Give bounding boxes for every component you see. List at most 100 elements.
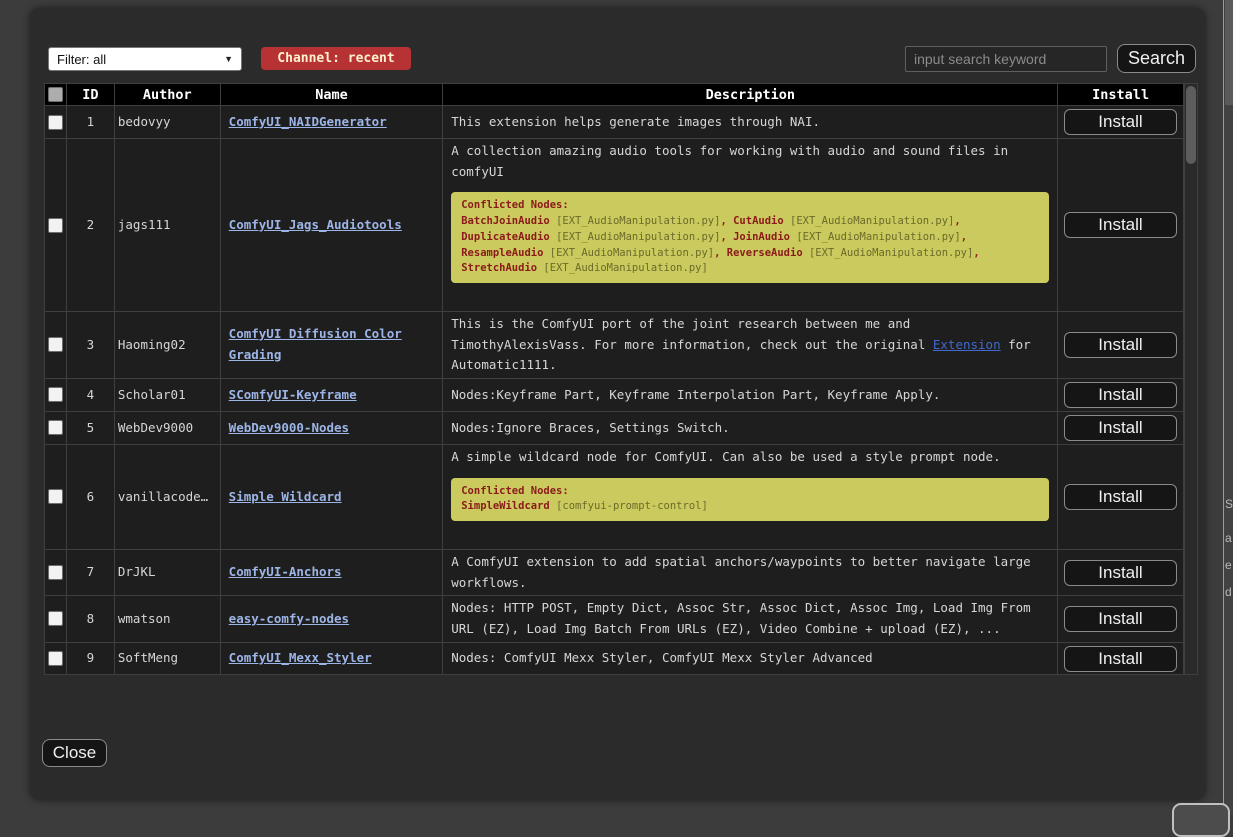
row-id: 7	[67, 550, 115, 595]
table-row: 6 vanillacode… Simple Wildcard A simple …	[45, 445, 1183, 550]
background-text-fragment: a	[1225, 531, 1232, 545]
row-name-link[interactable]: WebDev9000-Nodes	[229, 418, 349, 439]
row-checkbox[interactable]	[48, 218, 63, 233]
table-body: 1 bedovyy ComfyUI_NAIDGenerator This ext…	[45, 106, 1183, 674]
row-checkbox-cell	[45, 139, 67, 311]
row-name-cell: easy-comfy-nodes	[221, 596, 444, 641]
row-checkbox[interactable]	[48, 337, 63, 352]
close-button[interactable]: Close	[42, 739, 107, 767]
row-install-cell: Install	[1058, 643, 1183, 675]
install-button[interactable]: Install	[1064, 646, 1177, 672]
background-button-fragment	[1172, 803, 1230, 837]
row-name-link[interactable]: ComfyUI-Anchors	[229, 562, 342, 583]
row-author: vanillacode…	[115, 445, 221, 549]
row-name-link[interactable]: ComfyUI_Jags_Audiotools	[229, 215, 402, 236]
row-name-link[interactable]: ComfyUI_NAIDGenerator	[229, 112, 387, 133]
filter-select-value: Filter: all	[57, 52, 106, 67]
conflict-list: BatchJoinAudio [EXT_AudioManipulation.py…	[461, 214, 1039, 277]
row-name-link[interactable]: easy-comfy-nodes	[229, 609, 349, 630]
row-checkbox-cell	[45, 379, 67, 411]
table-row: 4 Scholar01 SComfyUI-Keyframe Nodes:Keyf…	[45, 379, 1183, 412]
table-row: 9 SoftMeng ComfyUI_Mexx_Styler Nodes: Co…	[45, 643, 1183, 675]
install-button[interactable]: Install	[1064, 415, 1177, 441]
table-row: 5 WebDev9000 WebDev9000-Nodes Nodes:Igno…	[45, 412, 1183, 445]
row-name-cell: ComfyUI_Jags_Audiotools	[221, 139, 444, 311]
row-checkbox[interactable]	[48, 420, 63, 435]
row-description: Nodes: HTTP POST, Empty Dict, Assoc Str,…	[443, 596, 1058, 641]
conflict-box: Conflicted Nodes: SimpleWildcard [comfyu…	[451, 478, 1049, 522]
row-name-cell: ComfyUI-Anchors	[221, 550, 444, 595]
header-checkbox-cell	[45, 84, 67, 105]
row-name-cell: ComfyUI_Mexx_Styler	[221, 643, 444, 675]
description-link[interactable]: Extension	[933, 337, 1001, 352]
row-checkbox[interactable]	[48, 489, 63, 504]
row-install-cell: Install	[1058, 596, 1183, 641]
select-all-checkbox[interactable]	[48, 87, 63, 102]
search-button[interactable]: Search	[1117, 44, 1196, 73]
table-row: 2 jags111 ComfyUI_Jags_Audiotools A coll…	[45, 139, 1183, 312]
background-text-fragment: e	[1225, 558, 1232, 572]
row-name-link[interactable]: Simple Wildcard	[229, 487, 342, 508]
install-button[interactable]: Install	[1064, 212, 1177, 238]
row-checkbox[interactable]	[48, 115, 63, 130]
custom-nodes-table: ID Author Name Description Install 1 bed…	[44, 83, 1198, 675]
row-name-link[interactable]: ComfyUI_Mexx_Styler	[229, 648, 372, 669]
conflict-title: Conflicted Nodes:	[461, 484, 1039, 500]
row-id: 2	[67, 139, 115, 311]
row-id: 8	[67, 596, 115, 641]
row-install-cell: Install	[1058, 379, 1183, 411]
row-name-cell: ComfyUI Diffusion Color Grading	[221, 312, 444, 378]
row-author: bedovyy	[115, 106, 221, 138]
header-id: ID	[67, 84, 115, 105]
filter-select[interactable]: Filter: all ▼	[48, 47, 242, 71]
row-desc-text: This extension helps generate images thr…	[451, 112, 1049, 133]
search-input[interactable]	[905, 46, 1107, 72]
install-custom-nodes-dialog: Filter: all ▼ Channel: recent Search ID …	[30, 8, 1205, 800]
row-checkbox-cell	[45, 106, 67, 138]
install-button[interactable]: Install	[1064, 606, 1177, 632]
row-author: SoftMeng	[115, 643, 221, 675]
row-checkbox-cell	[45, 550, 67, 595]
chevron-down-icon: ▼	[224, 55, 233, 64]
background-text-fragment: d	[1225, 585, 1232, 599]
row-checkbox[interactable]	[48, 611, 63, 626]
row-description: Nodes: ComfyUI Mexx Styler, ComfyUI Mexx…	[443, 643, 1058, 675]
install-button[interactable]: Install	[1064, 109, 1177, 135]
row-id: 4	[67, 379, 115, 411]
row-id: 3	[67, 312, 115, 378]
conflict-box: Conflicted Nodes: BatchJoinAudio [EXT_Au…	[451, 192, 1049, 283]
install-button[interactable]: Install	[1064, 484, 1177, 510]
row-desc-text: A ComfyUI extension to add spatial ancho…	[451, 552, 1049, 593]
row-name-link[interactable]: SComfyUI-Keyframe	[229, 385, 357, 406]
row-install-cell: Install	[1058, 312, 1183, 378]
row-id: 1	[67, 106, 115, 138]
row-description: A collection amazing audio tools for wor…	[443, 139, 1058, 311]
table-row: 3 Haoming02 ComfyUI Diffusion Color Grad…	[45, 312, 1183, 379]
row-name-cell: SComfyUI-Keyframe	[221, 379, 444, 411]
row-desc-text: Nodes:Ignore Braces, Settings Switch.	[451, 418, 1049, 439]
row-author: wmatson	[115, 596, 221, 641]
row-install-cell: Install	[1058, 550, 1183, 595]
page-scrollbar-thumb[interactable]	[1225, 0, 1233, 105]
table-scrollbar-thumb[interactable]	[1186, 86, 1196, 164]
row-checkbox[interactable]	[48, 387, 63, 402]
row-install-cell: Install	[1058, 445, 1183, 549]
row-checkbox-cell	[45, 596, 67, 641]
row-author: DrJKL	[115, 550, 221, 595]
row-install-cell: Install	[1058, 139, 1183, 311]
row-checkbox[interactable]	[48, 651, 63, 666]
row-checkbox-cell	[45, 412, 67, 444]
row-name-link[interactable]: ComfyUI Diffusion Color Grading	[229, 324, 435, 365]
install-button[interactable]: Install	[1064, 332, 1177, 358]
row-checkbox-cell	[45, 445, 67, 549]
row-desc-text: This is the ComfyUI port of the joint re…	[451, 314, 1049, 376]
install-button[interactable]: Install	[1064, 382, 1177, 408]
row-id: 6	[67, 445, 115, 549]
row-description: This extension helps generate images thr…	[443, 106, 1058, 138]
background-page-edge: Saed	[1223, 0, 1233, 815]
table-header: ID Author Name Description Install	[45, 84, 1183, 106]
row-checkbox[interactable]	[48, 565, 63, 580]
install-button[interactable]: Install	[1064, 560, 1177, 586]
row-description: A ComfyUI extension to add spatial ancho…	[443, 550, 1058, 595]
row-author: jags111	[115, 139, 221, 311]
